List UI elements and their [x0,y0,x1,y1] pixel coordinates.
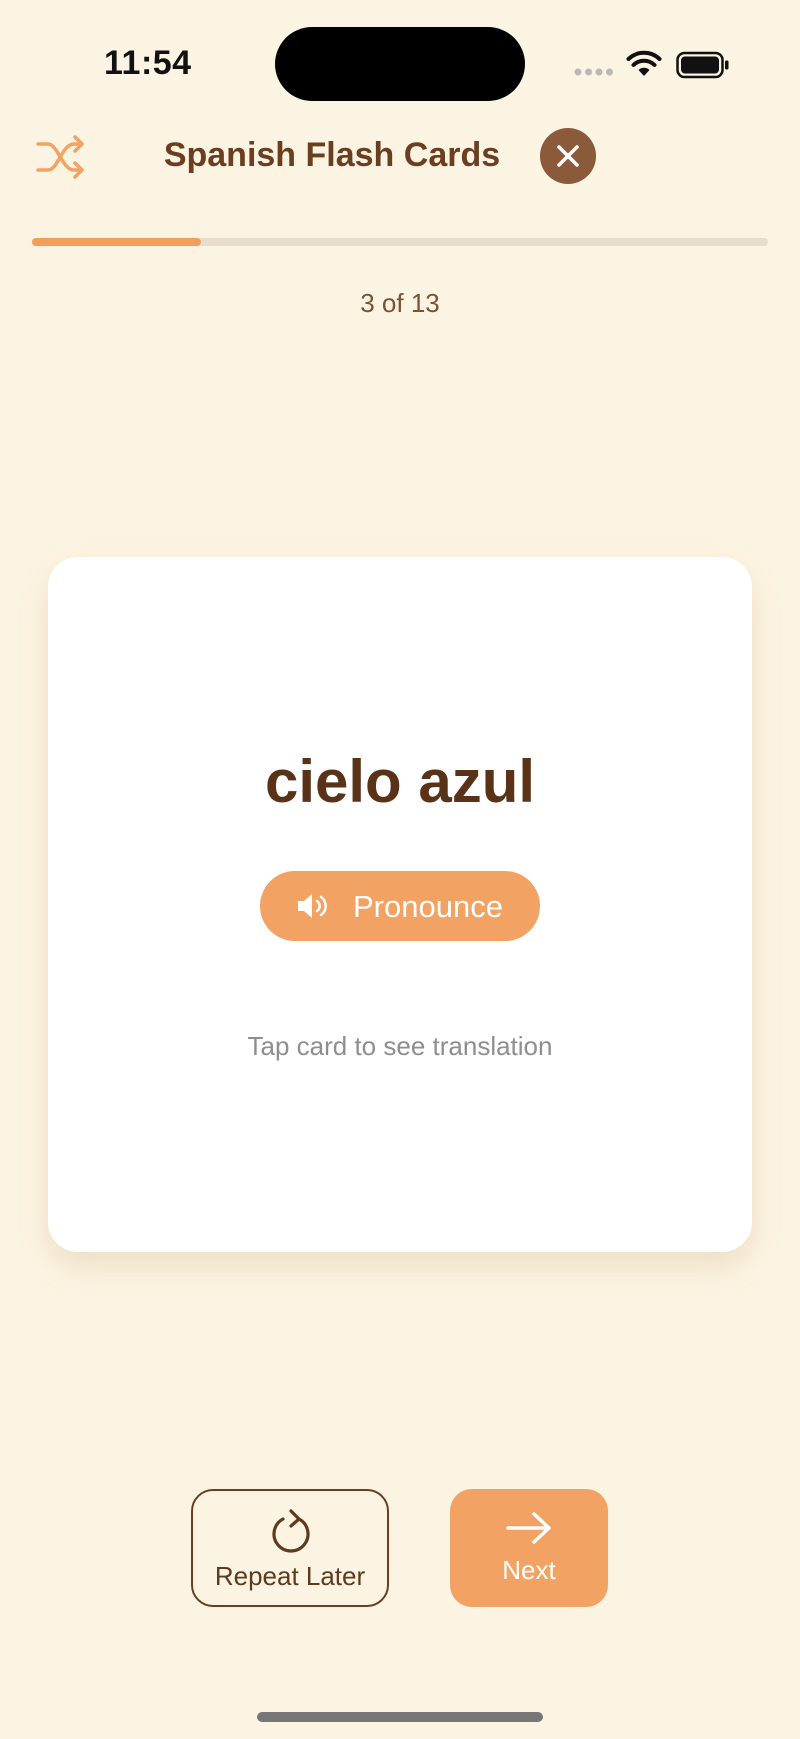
repeat-later-label: Repeat Later [214,1561,366,1591]
flash-card[interactable]: cielo azul Pronounce Tap card to see tra… [48,557,752,1252]
card-counter: 3 of 13 [360,288,440,318]
next-label: Next [502,1555,556,1585]
progress-bar-fill [32,238,202,246]
refresh-icon [272,1509,310,1553]
home-indicator [257,1712,543,1722]
shuffle-button[interactable] [34,134,88,180]
card-hint: Tap card to see translation [247,1031,553,1061]
progress-bar [32,238,768,246]
cellular-signal-icon [574,68,613,76]
status-time: 11:54 [104,44,192,82]
speaker-icon [298,894,327,918]
page-title: Spanish Flash Cards [163,136,501,174]
card-word: cielo azul [264,748,536,815]
battery-icon [676,51,729,79]
shuffle-icon [36,135,84,179]
arrow-right-icon [506,1512,551,1544]
dynamic-island [275,27,525,101]
wifi-icon [626,50,662,76]
pronounce-button[interactable]: Pronounce [260,871,540,941]
close-icon [557,145,579,167]
pronounce-label: Pronounce [353,889,503,924]
close-button[interactable] [540,128,596,184]
next-button[interactable]: Next [450,1489,608,1607]
repeat-later-button[interactable]: Repeat Later [191,1489,389,1607]
